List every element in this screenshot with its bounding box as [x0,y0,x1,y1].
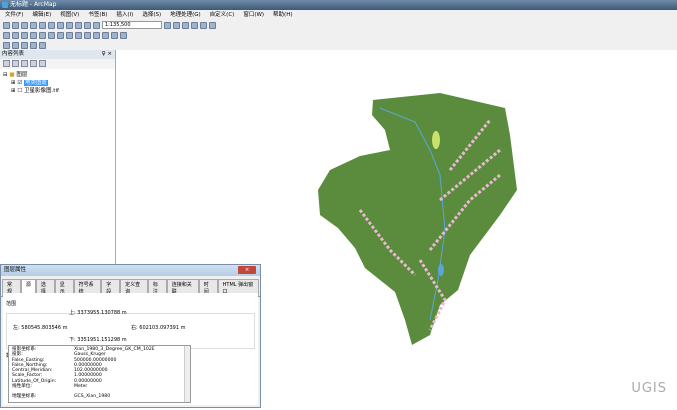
tools-toolbar [0,30,677,40]
layout-100-icon[interactable] [39,41,46,49]
extent-left: 左: 580545.803546 m [13,325,68,331]
menu-file[interactable]: 文件(F) [5,10,23,20]
layer-properties-dialog: 图层属性 × 常规源选择 显示 符号系统 字段 定义查询 标注 连接和关联 时间 HTML 弹出窗… [0,264,261,408]
toc-header: 内容列表 ♀ × [0,50,115,59]
scale-input[interactable]: 1:135,500 [102,21,162,29]
python-icon[interactable] [209,21,216,29]
menu-bookmarks[interactable]: 书签(B) [88,10,107,20]
redo-icon[interactable] [84,21,91,29]
layout-full-icon[interactable] [30,41,37,49]
menu-windows[interactable]: 窗口(W) [243,10,264,20]
toc-title: 内容列表 [2,51,25,57]
new-icon[interactable] [3,21,10,29]
pan-icon[interactable] [21,31,28,39]
layer-name[interactable]: 地类图斑 [24,80,49,86]
layer-item[interactable]: ⊞ ☑ 地类图斑 [3,79,112,87]
find-icon[interactable] [111,31,118,39]
land-parcel-polygon [318,93,517,345]
open-icon[interactable] [12,21,19,29]
layer-item[interactable]: ⊞ ☐ 卫星影像图.tif [3,87,112,95]
full-extent-icon[interactable] [30,31,37,39]
catalog-icon[interactable] [182,21,189,29]
layers-root[interactable]: ⊟ ■ 图层 [3,71,112,79]
arctoolbox-icon[interactable] [200,21,207,29]
layer-tree: ⊟ ■ 图层 ⊞ ☑ 地类图斑 ⊞ ☐ 卫星影像图.tif [0,69,115,97]
menu-edit[interactable]: 编辑(E) [32,10,51,20]
print-icon[interactable] [30,21,37,29]
save-icon[interactable] [21,21,28,29]
app-icon [2,2,8,8]
zoom-out-icon[interactable] [12,31,19,39]
menu-geoprocessing[interactable]: 地理处理(G) [170,10,201,20]
extent-label: 范围 [6,301,17,307]
dialog-title: 图层属性 [4,267,27,273]
folder-icon: ■ [9,72,15,78]
copy-icon[interactable] [48,21,55,29]
undo-icon[interactable] [75,21,82,29]
layout-pan-icon[interactable] [21,41,28,49]
layout-toolbar [0,40,677,50]
add-data-icon[interactable] [93,21,100,29]
list-by-visibility-icon[interactable] [21,60,28,67]
select-features-icon[interactable] [75,31,82,39]
extent-right: 右: 602103.097391 m [131,325,186,331]
delete-icon[interactable] [66,21,73,29]
editor-icon[interactable] [164,21,171,29]
menu-view[interactable]: 视图(V) [60,10,79,20]
extent-box: 上: 3373955.130788 m 左: 580545.803546 m 右… [6,310,255,349]
standard-toolbar: 1:135,500 [0,20,677,30]
title-bar: 无标题 - ArcMap [0,0,677,10]
menu-insert[interactable]: 插入(I) [116,10,133,20]
data-source-box: 投影坐标系: Xian_1980_3_Degree_GK_CM_102E 投影: G… [8,345,191,403]
layout-zoom-out-icon[interactable] [12,41,19,49]
fixed-zoom-in-icon[interactable] [39,31,46,39]
toc-pin-close[interactable]: ♀ × [102,50,112,59]
identify-icon[interactable] [93,31,100,39]
layout-zoom-in-icon[interactable] [3,41,10,49]
back-icon[interactable] [57,31,64,39]
list-by-drawing-order-icon[interactable] [3,60,10,67]
menu-customize[interactable]: 自定义(C) [210,10,235,20]
lake-feature [432,131,440,149]
menu-selection[interactable]: 选择(S) [142,10,161,20]
select-elements-icon[interactable] [84,31,91,39]
extent-bottom: 下: 3351951.151298 m [69,337,127,343]
menu-bar: 文件(F) 编辑(E) 视图(V) 书签(B) 插入(I) 选择(S) 地理处理(G) 自定义… [0,10,677,20]
list-by-source-icon[interactable] [12,60,19,67]
layers-root-label: 图层 [16,72,28,78]
paste-icon[interactable] [57,21,64,29]
dialog-title-bar: 图层属性 × [1,265,260,276]
close-button[interactable]: × [238,266,256,274]
options-icon[interactable] [39,60,46,67]
source-row: 地理坐标系: GCS_Xian_1980 [12,394,111,400]
toc-toolbar [0,59,115,69]
reservoir-feature [438,264,444,276]
menu-help[interactable]: 帮助(H) [273,10,292,20]
extent-top: 上: 3373955.130788 m [69,310,127,316]
hyperlink-icon[interactable] [120,31,127,39]
toc-window-icon[interactable] [173,21,180,29]
forward-icon[interactable] [66,31,73,39]
layer-name[interactable]: 卫星影像图.tif [24,88,59,94]
zoom-in-icon[interactable] [3,31,10,39]
cut-icon[interactable] [39,21,46,29]
vertical-scrollbar[interactable] [184,346,190,402]
watermark: UGIS [631,381,667,396]
search-window-icon[interactable] [191,21,198,29]
fixed-zoom-out-icon[interactable] [48,31,55,39]
window-title: 无标题 - ArcMap [10,1,57,8]
measure-icon[interactable] [102,31,109,39]
list-by-selection-icon[interactable] [30,60,37,67]
